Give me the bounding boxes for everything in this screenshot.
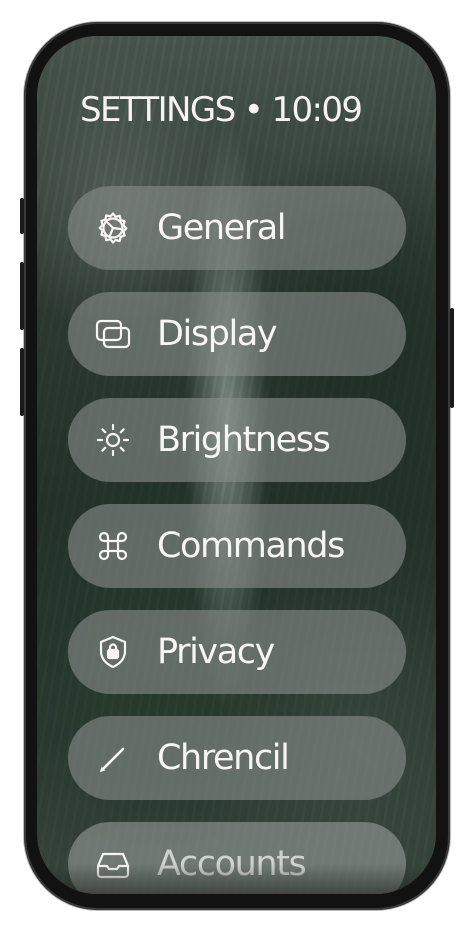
page-title: SETTINGS • 10:09: [80, 90, 363, 130]
bottom-fade: [37, 864, 436, 894]
menu-item-privacy[interactable]: Privacy: [68, 610, 406, 694]
side-button-action: [20, 198, 24, 234]
menu-item-display[interactable]: Display: [68, 292, 406, 376]
menu-item-commands[interactable]: Commands: [68, 504, 406, 588]
menu-item-label: Brightness: [157, 420, 331, 460]
menu-item-label: Chrencil: [157, 738, 290, 778]
pencil-icon: [93, 738, 133, 778]
display-windows-icon: [93, 314, 133, 354]
command-key-icon: [93, 526, 133, 566]
side-button-volume-down: [20, 348, 24, 416]
settings-menu: General Display Brightness Commands Priv…: [68, 186, 406, 894]
side-button-power: [450, 308, 454, 408]
side-button-volume-up: [20, 262, 24, 330]
menu-item-label: General: [157, 208, 287, 248]
sun-icon: [93, 420, 133, 460]
menu-item-label: Display: [157, 314, 278, 354]
menu-item-chrencil[interactable]: Chrencil: [68, 716, 406, 800]
menu-item-brightness[interactable]: Brightness: [68, 398, 406, 482]
screen: SETTINGS • 10:09 General Display Brightn…: [37, 36, 436, 894]
menu-item-label: Privacy: [157, 632, 275, 672]
shield-lock-icon: [93, 632, 133, 672]
menu-item-label: Commands: [157, 526, 345, 566]
menu-item-general[interactable]: General: [68, 186, 406, 270]
gear-icon: [93, 208, 133, 248]
